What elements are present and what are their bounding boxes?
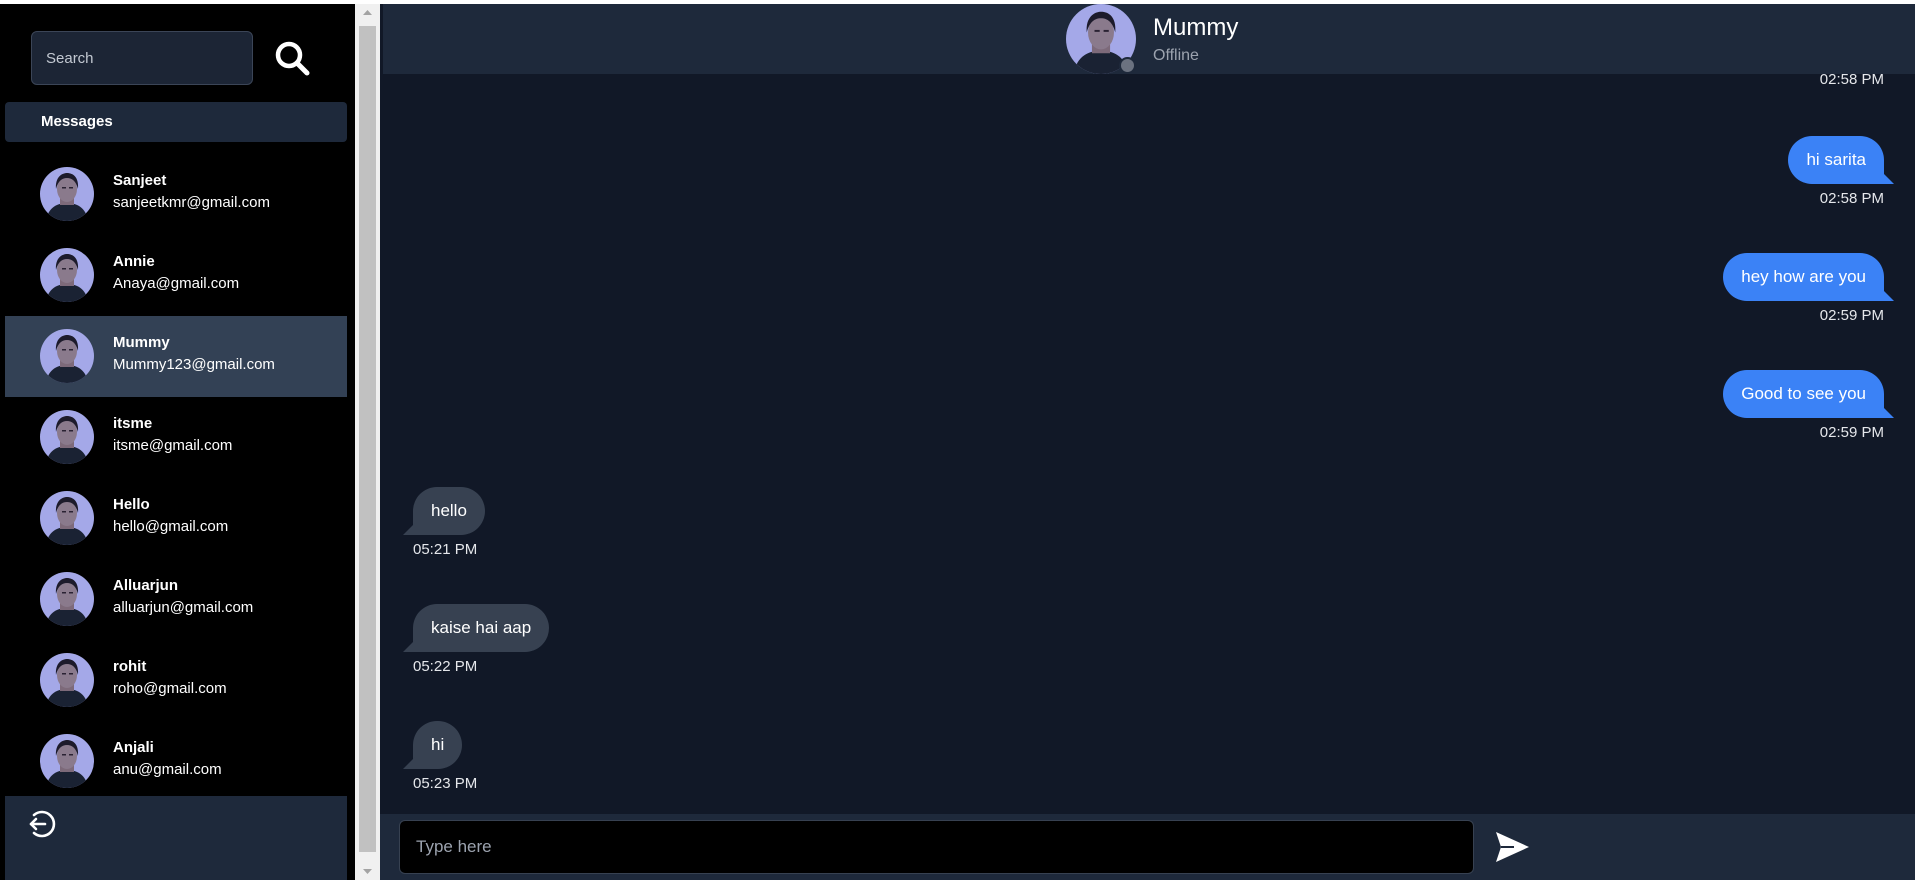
scroll-down-arrow-icon[interactable] (355, 863, 380, 880)
contact-email: itsme@gmail.com (113, 437, 233, 454)
avatar (40, 167, 94, 221)
message-list: 02:58 PM hi sarita 02:58 PM hey how are … (380, 74, 1915, 814)
contact-item-alluarjun[interactable]: Alluarjun alluarjun@gmail.com (5, 559, 347, 640)
sidebar: Messages Sanjeet sanjeetkmr@gmail.com An… (0, 4, 355, 880)
send-icon[interactable] (1492, 827, 1532, 867)
avatar (40, 329, 94, 383)
avatar (40, 734, 94, 788)
message-bubble-outgoing: hey how are you (1723, 253, 1894, 301)
avatar (40, 653, 94, 707)
contact-email: alluarjun@gmail.com (113, 599, 254, 616)
contact-name: Sanjeet (113, 172, 167, 189)
message-input[interactable] (399, 820, 1474, 874)
chat-contact-status: Offline (1153, 47, 1199, 64)
contact-item-itsme[interactable]: itsme itsme@gmail.com (5, 397, 347, 478)
contact-name: itsme (113, 415, 153, 432)
contact-name: Hello (113, 496, 150, 513)
chat-app: Messages Sanjeet sanjeetkmr@gmail.com An… (0, 4, 1915, 880)
contact-item-mummy[interactable]: Mummy Mummy123@gmail.com (5, 316, 347, 397)
contact-name: Annie (113, 253, 155, 270)
status-dot (1119, 57, 1136, 74)
contact-name: rohit (113, 658, 147, 675)
chat-panel: Mummy Offline 02:58 PM hi sarita 02:58 P… (380, 4, 1915, 880)
contact-name: Mummy (113, 334, 170, 351)
contact-email: roho@gmail.com (113, 680, 227, 697)
contact-name: Alluarjun (113, 577, 179, 594)
contact-name: Anjali (113, 739, 154, 756)
contact-email: Anaya@gmail.com (113, 275, 240, 292)
message-bubble-incoming: hi (402, 721, 463, 769)
message-time: 05:21 PM (413, 541, 478, 558)
logout-icon[interactable] (25, 808, 57, 840)
message-time: 05:22 PM (413, 658, 478, 675)
sidebar-footer (5, 796, 347, 880)
message-composer (380, 814, 1915, 880)
message-time: 02:58 PM (1819, 190, 1884, 207)
sidebar-scrollbar[interactable] (355, 4, 380, 880)
avatar (40, 572, 94, 626)
avatar (40, 491, 94, 545)
message-time: 02:58 PM (1819, 74, 1884, 88)
message-bubble-outgoing: Good to see you (1723, 370, 1894, 418)
contact-email: Mummy123@gmail.com (113, 356, 275, 373)
message-time: 02:59 PM (1819, 424, 1884, 441)
contact-email: hello@gmail.com (113, 518, 229, 535)
contact-item-anjali[interactable]: Anjali anu@gmail.com (5, 721, 347, 802)
scrollbar-thumb[interactable] (359, 26, 376, 852)
contact-item-sanjeet[interactable]: Sanjeet sanjeetkmr@gmail.com (5, 154, 347, 235)
contact-email: anu@gmail.com (113, 761, 222, 778)
search-input[interactable] (31, 31, 253, 85)
contact-item-hello[interactable]: Hello hello@gmail.com (5, 478, 347, 559)
message-time: 05:23 PM (413, 775, 478, 792)
contact-item-annie[interactable]: Annie Anaya@gmail.com (5, 235, 347, 316)
avatar (40, 410, 94, 464)
scroll-up-arrow-icon[interactable] (355, 4, 380, 21)
chat-header: Mummy Offline (383, 4, 1915, 74)
contact-email: sanjeetkmr@gmail.com (113, 194, 270, 211)
message-bubble-incoming: hello (403, 487, 485, 535)
search-icon[interactable] (272, 38, 312, 78)
message-bubble-incoming: kaise hai aap (402, 604, 550, 652)
contact-item-rohit[interactable]: rohit roho@gmail.com (5, 640, 347, 721)
messages-heading: Messages (5, 102, 347, 142)
message-time: 02:59 PM (1819, 307, 1884, 324)
avatar (40, 248, 94, 302)
chat-contact-name: Mummy (1153, 14, 1239, 41)
message-bubble-outgoing: hi sarita (1788, 136, 1894, 184)
contact-list: Sanjeet sanjeetkmr@gmail.com Annie Anaya… (5, 154, 347, 802)
